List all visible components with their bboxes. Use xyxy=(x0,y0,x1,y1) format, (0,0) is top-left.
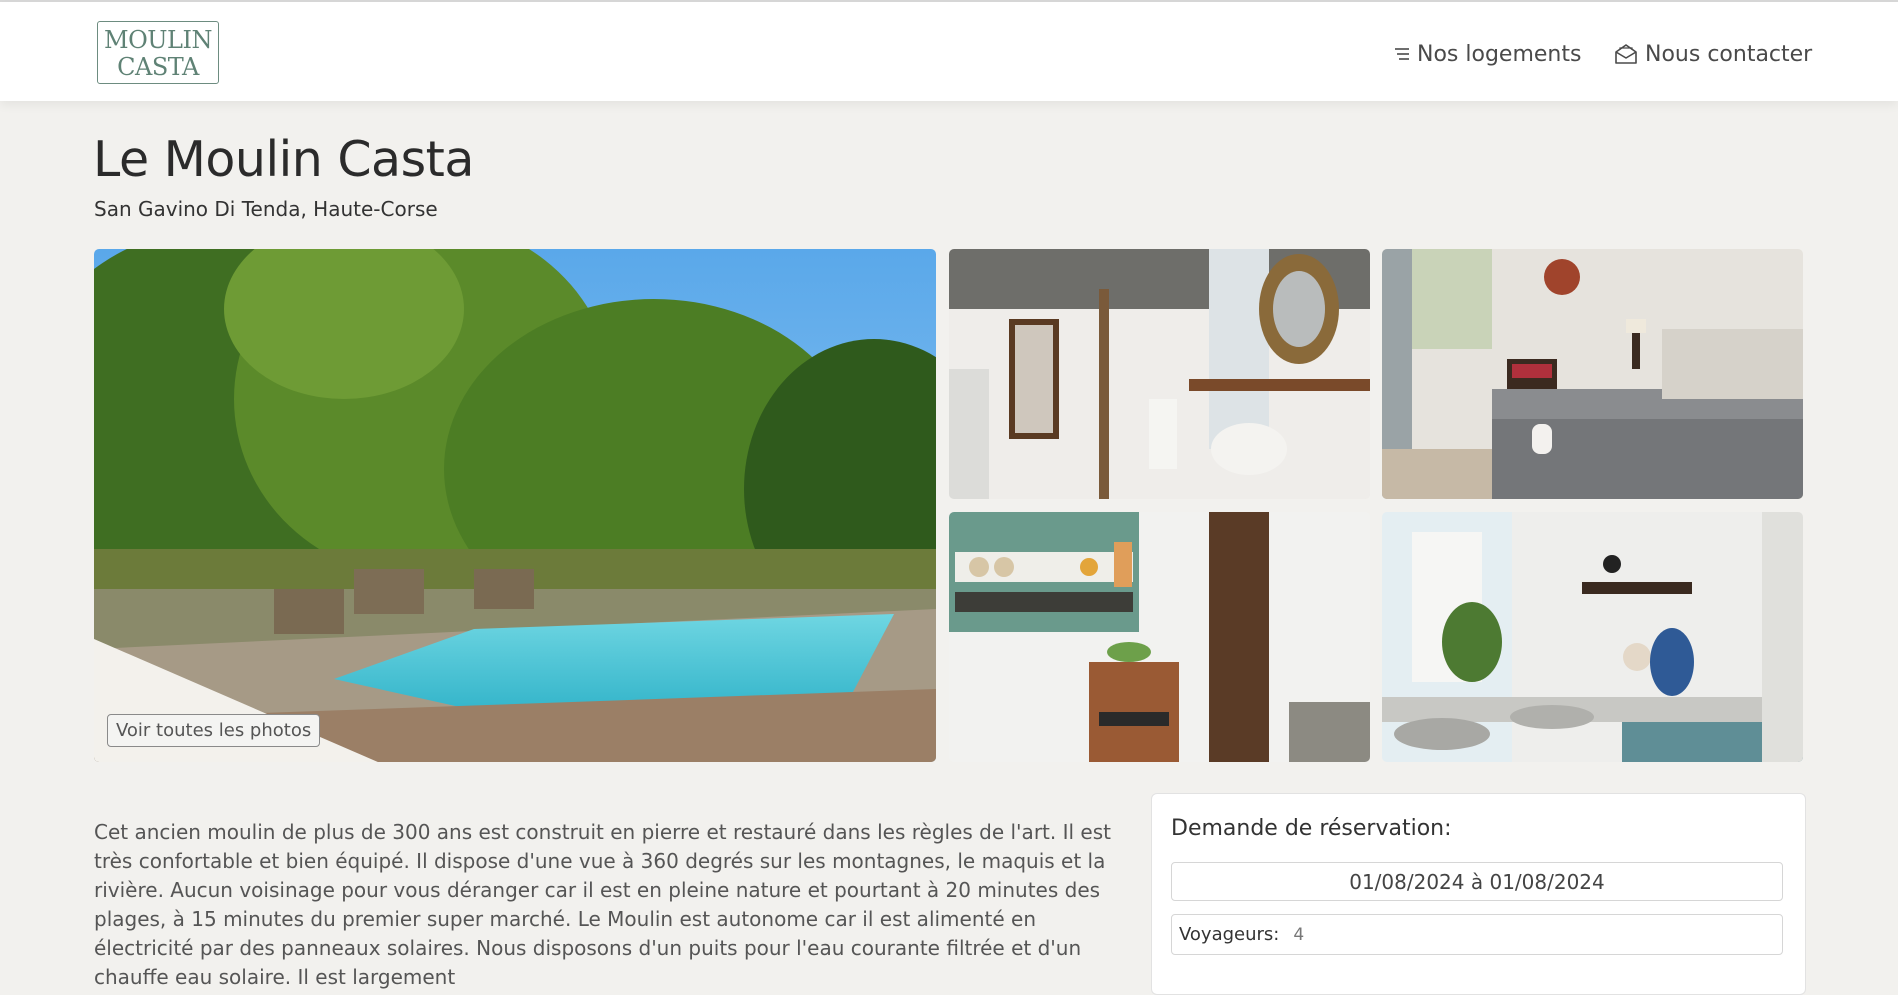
booking-title: Demande de réservation: xyxy=(1171,816,1452,841)
nav-contact-label: Nous contacter xyxy=(1645,41,1813,67)
listing-description: Cet ancien moulin de plus de 300 ans est… xyxy=(94,820,1111,989)
envelope-open-icon xyxy=(1615,44,1637,64)
guests-label: Voyageurs: xyxy=(1179,924,1280,945)
bedroom-image xyxy=(1382,249,1803,499)
nav-logements-label: Nos logements xyxy=(1417,41,1582,67)
guests-input[interactable] xyxy=(1291,923,1496,946)
navbar: MOULIN CASTA Nos logements Nous contacte… xyxy=(0,2,1898,101)
photo-bedroom[interactable] xyxy=(1382,249,1803,499)
guests-field[interactable]: Voyageurs: xyxy=(1171,914,1783,955)
photo-pool[interactable] xyxy=(94,249,936,762)
booking-panel: Demande de réservation: 01/08/2024 à 01/… xyxy=(1151,793,1806,995)
nav-contact-link[interactable]: Nous contacter xyxy=(1614,40,1812,68)
bathroom-image xyxy=(949,249,1370,499)
view-all-photos-button[interactable]: Voir toutes les photos xyxy=(107,714,321,747)
kitchen-shelf-image xyxy=(949,512,1370,762)
date-range-field[interactable]: 01/08/2024 à 01/08/2024 xyxy=(1171,862,1783,901)
pool-image xyxy=(94,249,936,762)
site-logo[interactable]: MOULIN CASTA xyxy=(97,21,219,84)
kitchen-sink-image xyxy=(1382,512,1803,762)
nav-logements-link[interactable]: Nos logements xyxy=(1394,40,1581,68)
logo-line-1: MOULIN xyxy=(104,26,212,54)
listing-location: San Gavino Di Tenda, Haute-Corse xyxy=(94,197,438,221)
listing-title: Le Moulin Casta xyxy=(93,131,474,188)
menu-lines-icon xyxy=(1395,48,1409,60)
photo-bathroom[interactable] xyxy=(949,249,1370,499)
photo-kitchen-sink[interactable] xyxy=(1382,512,1803,762)
photo-kitchen-shelf[interactable] xyxy=(949,512,1370,762)
date-range-value: 01/08/2024 à 01/08/2024 xyxy=(1349,869,1605,894)
logo-line-2: CASTA xyxy=(117,53,199,81)
